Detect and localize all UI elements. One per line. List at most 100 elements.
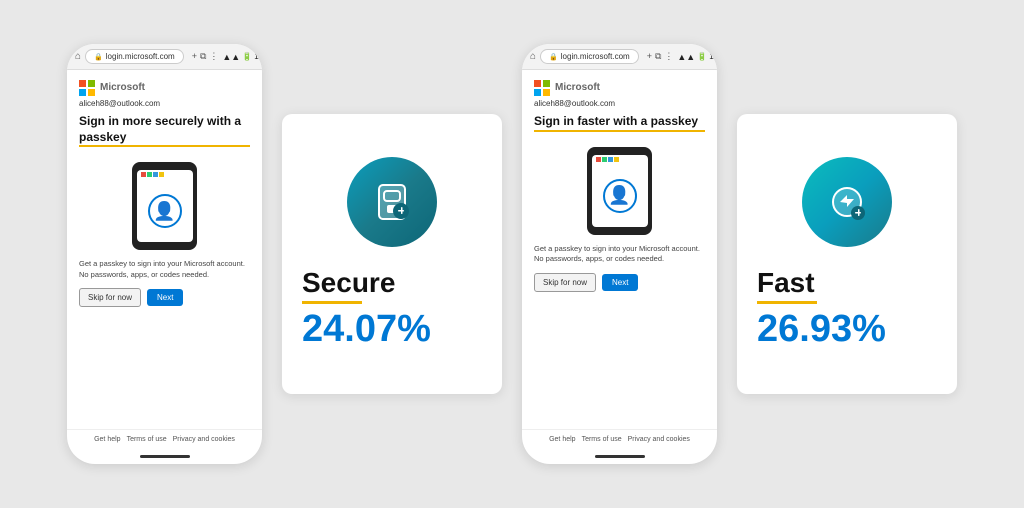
- wifi-icon: ▲▲: [222, 52, 240, 62]
- menu-icon[interactable]: ⋮: [209, 51, 218, 62]
- terms-link-2[interactable]: Terms of use: [582, 436, 622, 443]
- face-scan-icon: 👤: [148, 194, 182, 228]
- new-tab-icon[interactable]: +: [192, 51, 197, 62]
- account-email-secure: aliceh88@outlook.com: [79, 99, 250, 108]
- stat-percentage-fast: 26.93%: [757, 308, 937, 351]
- underline-yellow-2: [534, 130, 705, 132]
- inner-blue: [153, 172, 158, 177]
- stat-card-fast: Fast 26.93%: [737, 114, 957, 394]
- sign-in-title-fast: Sign in faster with a passkey: [534, 114, 705, 130]
- home-icon-2: ⌂: [530, 51, 536, 62]
- lock-icon-2: 🔒: [549, 53, 558, 61]
- wifi-icon-2: ▲▲: [677, 52, 695, 62]
- ms-logo-grid: [79, 80, 95, 96]
- ms-green-sq-2: [543, 80, 550, 87]
- stat-underline-secure: [302, 301, 362, 304]
- face-icon-2: 👤: [608, 185, 630, 206]
- description-text-fast: Get a passkey to sign into your Microsof…: [534, 244, 705, 265]
- menu-icon-2[interactable]: ⋮: [664, 51, 673, 62]
- terms-link[interactable]: Terms of use: [127, 436, 167, 443]
- stat-label-container-secure: Secure 24.07%: [302, 267, 482, 351]
- phone-bottom-bar-2: [595, 455, 645, 458]
- phone-illustration-secure: 👤: [79, 161, 250, 251]
- status-bar-2: ▲▲ 🔋 10:28: [677, 52, 717, 62]
- inner-yellow: [159, 172, 164, 177]
- ms-logo-grid-2: [534, 80, 550, 96]
- stat-label-fast: Fast: [757, 267, 937, 299]
- button-row-secure: Skip for now Next: [79, 288, 250, 307]
- url-text: login.microsoft.com: [106, 52, 175, 61]
- ms-yellow-sq-2: [543, 89, 550, 96]
- browser-bar-fast: ⌂ 🔒 login.microsoft.com + ⧉ ⋮ ▲▲ 🔋 10:28: [522, 44, 717, 70]
- stat-circle-fast: [802, 157, 892, 247]
- ms-red-sq-2: [534, 80, 541, 87]
- face-icon: 👤: [153, 201, 175, 222]
- phone-bottom-bar: [140, 455, 190, 458]
- ms-brand-text: Microsoft: [100, 80, 145, 96]
- account-email-fast: aliceh88@outlook.com: [534, 99, 705, 108]
- tabs-icon[interactable]: ⧉: [200, 51, 206, 62]
- ms-brand-text-2: Microsoft: [555, 80, 600, 96]
- phone-content-secure: Microsoft aliceh88@outlook.com Sign in m…: [67, 70, 262, 429]
- ms-yellow-sq: [88, 89, 95, 96]
- inner-green: [147, 172, 152, 177]
- button-row-fast: Skip for now Next: [534, 273, 705, 292]
- inner-yellow-2: [614, 157, 619, 162]
- get-help-link[interactable]: Get help: [94, 436, 120, 443]
- next-button-secure[interactable]: Next: [147, 289, 183, 306]
- ms-green-sq: [88, 80, 95, 87]
- stat-card-secure: Secure 24.07%: [282, 114, 502, 394]
- stat-label-container-fast: Fast 26.93%: [757, 267, 937, 351]
- ms-red-sq: [79, 80, 86, 87]
- ms-blue-sq-2: [534, 89, 541, 96]
- privacy-link[interactable]: Privacy and cookies: [173, 436, 235, 443]
- phone-inner-top-bar: [141, 172, 189, 180]
- main-container: ⌂ 🔒 login.microsoft.com + ⧉ ⋮ ▲▲ 🔋 10:28: [0, 0, 1024, 508]
- tab-icons: + ⧉ ⋮: [192, 51, 219, 62]
- sign-in-title-secure: Sign in more securely with a passkey: [79, 114, 250, 145]
- battery-icon: 🔋: [242, 52, 252, 61]
- phone-footer-fast: Get help Terms of use Privacy and cookie…: [522, 429, 717, 451]
- inner-red-2: [596, 157, 601, 162]
- home-icon: ⌂: [75, 51, 81, 62]
- ms-logo-2: Microsoft: [534, 80, 705, 96]
- time-display: 10:28: [254, 52, 262, 61]
- tabs-icon-2[interactable]: ⧉: [655, 51, 661, 62]
- browser-bar-secure: ⌂ 🔒 login.microsoft.com + ⧉ ⋮ ▲▲ 🔋 10:28: [67, 44, 262, 70]
- underline-yellow: [79, 145, 250, 147]
- inner-blue-2: [608, 157, 613, 162]
- url-bar-fast[interactable]: 🔒 login.microsoft.com: [540, 49, 639, 64]
- skip-button-fast[interactable]: Skip for now: [534, 273, 596, 292]
- phone-inner-screen: 👤: [137, 170, 193, 242]
- phone-inner-screen-2: 👤: [592, 155, 648, 227]
- face-scan-icon-2: 👤: [603, 179, 637, 213]
- phone-inner: 👤: [132, 162, 197, 250]
- stat-label-secure: Secure: [302, 267, 482, 299]
- next-button-fast[interactable]: Next: [602, 274, 638, 291]
- new-tab-icon-2[interactable]: +: [647, 51, 652, 62]
- phone-card-fast: ⌂ 🔒 login.microsoft.com + ⧉ ⋮ ▲▲ 🔋 10:28: [522, 44, 717, 464]
- phone-inner-top-bar-2: [596, 157, 644, 165]
- phone-illustration-fast: 👤: [534, 146, 705, 236]
- phone-card-secure: ⌂ 🔒 login.microsoft.com + ⧉ ⋮ ▲▲ 🔋 10:28: [67, 44, 262, 464]
- url-text-2: login.microsoft.com: [561, 52, 630, 61]
- privacy-link-2[interactable]: Privacy and cookies: [628, 436, 690, 443]
- stat-circle-secure: [347, 157, 437, 247]
- skip-button-secure[interactable]: Skip for now: [79, 288, 141, 307]
- fast-circle-icon: [822, 177, 872, 227]
- ms-logo: Microsoft: [79, 80, 250, 96]
- stat-underline-fast: [757, 301, 817, 304]
- description-text-secure: Get a passkey to sign into your Microsof…: [79, 259, 250, 280]
- tab-icons-2: + ⧉ ⋮: [647, 51, 674, 62]
- time-display-2: 10:28: [709, 52, 717, 61]
- battery-icon-2: 🔋: [697, 52, 707, 61]
- inner-green-2: [602, 157, 607, 162]
- url-bar-secure[interactable]: 🔒 login.microsoft.com: [85, 49, 184, 64]
- stat-percentage-secure: 24.07%: [302, 308, 482, 351]
- get-help-link-2[interactable]: Get help: [549, 436, 575, 443]
- phone-footer-secure: Get help Terms of use Privacy and cookie…: [67, 429, 262, 451]
- secure-circle-icon: [367, 177, 417, 227]
- status-bar: ▲▲ 🔋 10:28: [222, 52, 262, 62]
- phone-inner-2: 👤: [587, 147, 652, 235]
- ms-blue-sq: [79, 89, 86, 96]
